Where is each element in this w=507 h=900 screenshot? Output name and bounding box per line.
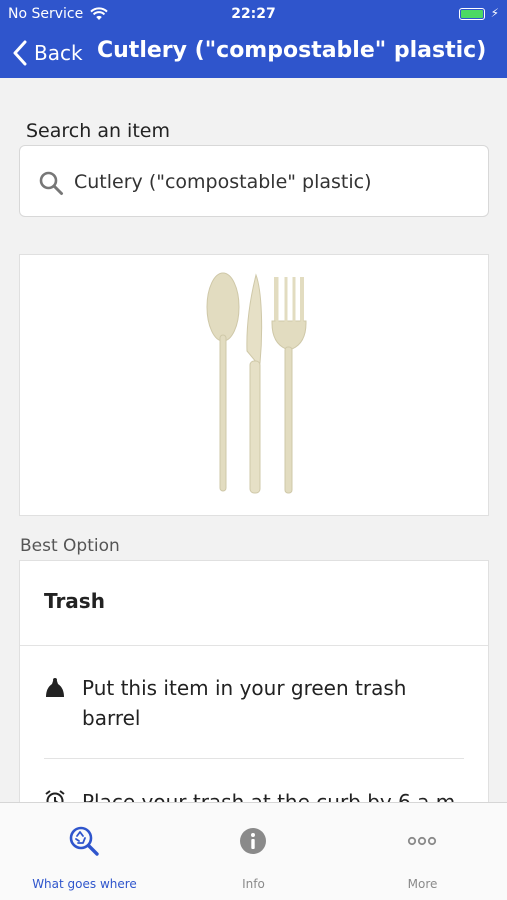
divider <box>44 758 464 759</box>
chevron-left-icon <box>13 40 27 66</box>
cutlery-image <box>206 272 307 494</box>
alarm-clock-icon <box>45 790 65 802</box>
recycle-search-icon <box>69 826 99 856</box>
tab-label: What goes where <box>32 877 137 891</box>
tab-info[interactable]: Info <box>169 803 338 900</box>
charging-icon: ⚡ <box>490 6 499 20</box>
trash-bag-icon <box>46 678 64 697</box>
best-option-card: Trash Put this item in your green trash … <box>19 560 489 802</box>
instruction-text: Place your trash at the curb by 6 a.m. <box>82 790 462 802</box>
tab-bar: What goes where Info More <box>0 802 507 900</box>
back-label: Back <box>34 41 83 65</box>
search-label: Search an item <box>26 120 170 142</box>
instruction-text: Put this item in your green trash barrel <box>82 676 407 730</box>
search-icon <box>39 171 63 195</box>
best-option-label: Best Option <box>20 536 120 556</box>
more-icon <box>407 836 437 846</box>
option-title: Trash <box>44 589 105 613</box>
search-box[interactable] <box>19 145 489 217</box>
tab-label: More <box>407 877 438 891</box>
battery-icon <box>459 8 485 20</box>
info-icon <box>240 828 266 854</box>
tab-label: Info <box>242 877 265 891</box>
top-bar: No Service 22:27 ⚡ Back Cutlery ("compos… <box>0 0 507 78</box>
divider <box>20 645 488 646</box>
page-title: Cutlery ("compostable" plastic) <box>97 38 487 63</box>
clock: 22:27 <box>231 6 276 22</box>
status-bar: No Service 22:27 ⚡ <box>0 0 507 28</box>
search-input[interactable] <box>74 166 474 198</box>
item-image-card <box>19 254 489 516</box>
tab-what-goes-where[interactable]: What goes where <box>0 803 169 900</box>
back-button[interactable]: Back <box>12 36 83 70</box>
content-area[interactable]: Search an item Best Option Trash <box>0 78 507 802</box>
tab-more[interactable]: More <box>338 803 507 900</box>
navigation-bar: Back Cutlery ("compostable" plastic) <box>0 28 507 78</box>
